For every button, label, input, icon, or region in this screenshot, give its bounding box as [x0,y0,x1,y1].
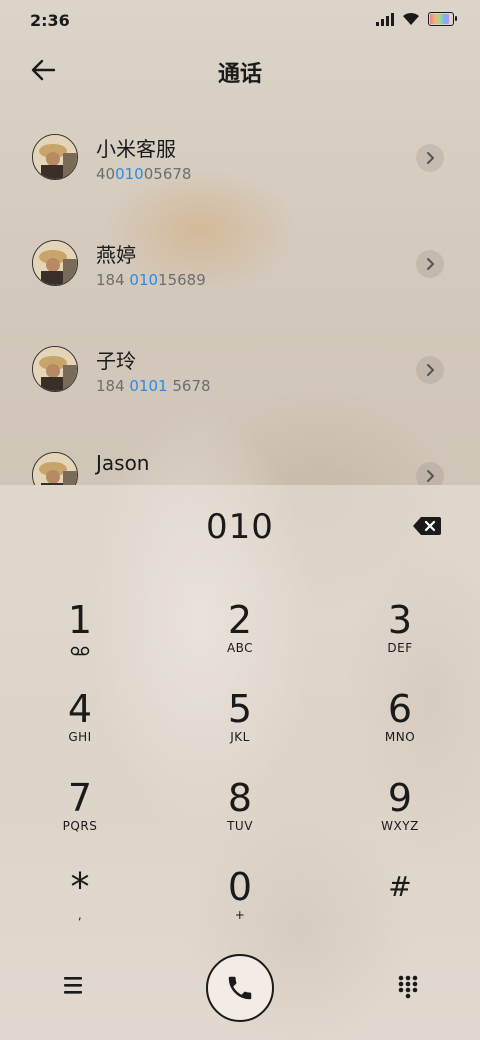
signal-icon [376,12,394,26]
avatar [32,240,78,286]
dial-key-8[interactable]: 8 TUV [180,774,300,854]
chevron-right-icon [427,152,434,164]
dial-key-6[interactable]: 6 MNO [340,685,460,765]
bottom-bar [0,950,480,1030]
contact-name: 小米客服 [96,137,176,161]
contact-number: 4001005678 [96,165,192,183]
status-bar: 2:36 [0,0,480,40]
dial-key-7[interactable]: 7 PQRS [20,774,140,854]
contact-name: 子玲 [96,349,136,373]
contact-detail-button[interactable] [416,144,444,172]
contact-name: Jason [96,451,150,475]
dial-number-display[interactable]: 010 [0,507,480,547]
dial-key-1[interactable]: 1 [20,596,140,676]
contact-detail-button[interactable] [416,356,444,384]
menu-button[interactable] [62,974,86,996]
menu-icon [64,977,82,994]
status-time: 2:36 [30,11,70,30]
dial-key-0[interactable]: 0 + [180,863,300,943]
chevron-right-icon [427,364,434,376]
battery-icon [428,12,457,26]
contact-name: 燕婷 [96,243,136,267]
backspace-button[interactable] [412,516,442,536]
contact-number: 184 01015689 [96,271,206,289]
chevron-right-icon [427,258,434,270]
dial-key-3[interactable]: 3 DEF [340,596,460,676]
avatar [32,346,78,392]
contact-detail-button[interactable] [416,250,444,278]
wifi-icon [403,12,419,25]
dial-key-9[interactable]: 9 WXYZ [340,774,460,854]
avatar [32,452,78,485]
contact-item[interactable]: 燕婷 184 01015689 [0,211,480,317]
dial-key-star[interactable]: * , [20,863,140,943]
contact-item[interactable]: 子玲 184 0101 5678 [0,317,480,423]
avatar [32,134,78,180]
keypad-toggle-button[interactable] [396,974,420,1000]
backspace-icon [413,517,441,535]
status-icons [376,12,457,26]
chevron-right-icon [427,470,434,482]
phone-icon [228,976,252,1000]
call-button[interactable] [206,954,274,1022]
header: 通话 [0,40,480,100]
page-title: 通话 [217,62,262,87]
contact-detail-button[interactable] [416,462,444,485]
contact-item[interactable]: Jason [0,423,480,485]
dial-key-5[interactable]: 5 JKL [180,685,300,765]
contact-item[interactable]: 小米客服 4001005678 [0,105,480,211]
contact-number: 184 0101 5678 [96,377,211,395]
dial-key-4[interactable]: 4 GHI [20,685,140,765]
dial-key-hash[interactable]: # [340,863,460,943]
dial-key-2[interactable]: 2 ABC [180,596,300,676]
voicemail-icon [20,641,140,656]
dialpad-icon [398,975,418,999]
contact-list[interactable]: 小米客服 4001005678 燕婷 184 01015689 子玲 184 0… [0,105,480,485]
